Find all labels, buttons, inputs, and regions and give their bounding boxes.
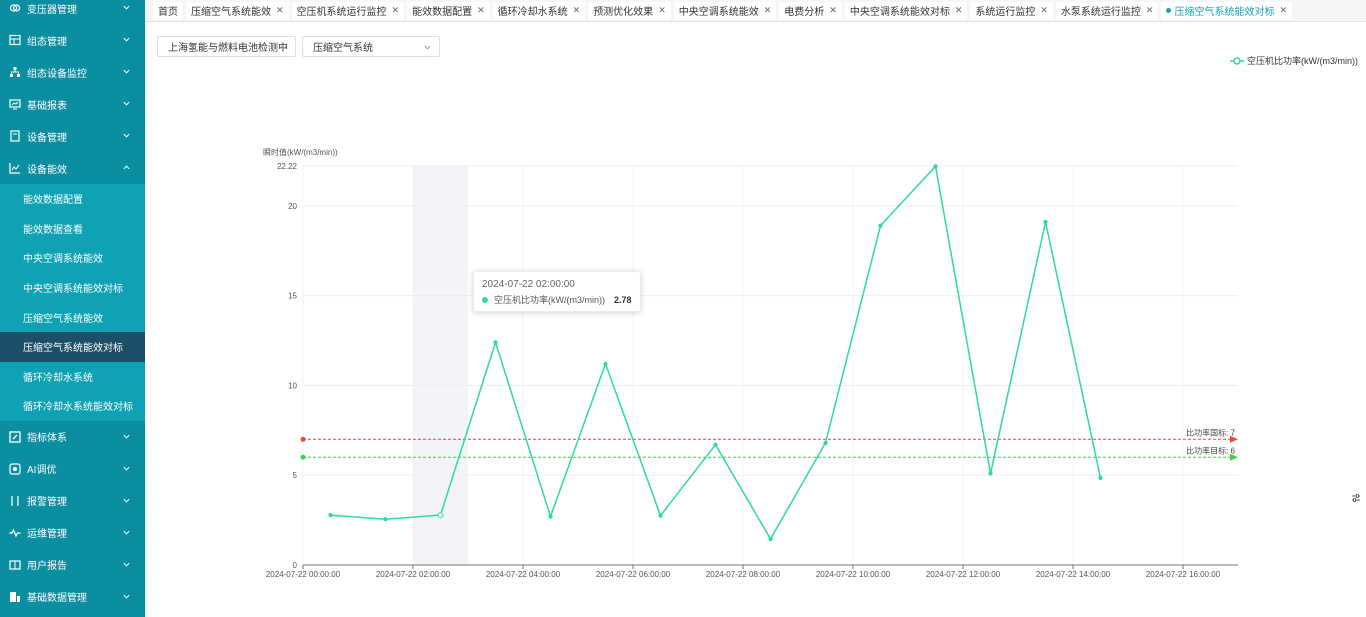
y-tick-label: 0 xyxy=(293,561,298,570)
x-tick-label: 2024-07-22 04:00:00 xyxy=(486,570,561,579)
x-tick-label: 2024-07-22 06:00:00 xyxy=(596,570,671,579)
x-tick-label: 2024-07-22 14:00:00 xyxy=(1036,570,1111,579)
reference-line-start-marker xyxy=(300,436,306,442)
y-tick-label: 10 xyxy=(288,381,297,390)
data-point xyxy=(658,513,663,518)
data-point xyxy=(328,512,333,518)
reference-line-start-marker xyxy=(300,454,306,460)
reference-line-label: 比功率国标: 7 xyxy=(1186,427,1235,437)
data-point xyxy=(383,517,388,522)
hover-band xyxy=(413,166,468,565)
data-point xyxy=(933,164,938,169)
tooltip-series-name: 空压机比功率(kW/(m3/min)) xyxy=(494,295,605,305)
data-point xyxy=(713,442,718,447)
x-tick-label: 2024-07-22 00:00:00 xyxy=(266,570,341,579)
data-point xyxy=(1098,475,1103,481)
x-tick-label: 2024-07-22 08:00:00 xyxy=(706,570,781,579)
data-point xyxy=(437,512,444,519)
data-point xyxy=(548,514,553,519)
sliders-icon[interactable] xyxy=(1351,492,1361,502)
x-tick-label: 2024-07-22 10:00:00 xyxy=(816,570,891,579)
data-point xyxy=(603,361,608,366)
y-axis-label: 瞬时值(kW/(m3/min)) xyxy=(263,147,338,157)
tooltip-marker xyxy=(482,296,488,303)
y-tick-label: 5 xyxy=(293,471,298,480)
data-point xyxy=(823,440,828,445)
y-tick-label: 20 xyxy=(288,202,297,211)
x-tick-label: 2024-07-22 12:00:00 xyxy=(926,570,1001,579)
data-point xyxy=(878,223,883,228)
x-tick-label: 2024-07-22 02:00:00 xyxy=(376,570,451,579)
tooltip-value: 2.78 xyxy=(614,294,632,305)
data-point xyxy=(1043,219,1048,225)
y-tick-label: 15 xyxy=(288,292,297,301)
data-point xyxy=(493,340,498,345)
y-tick-label: 22.22 xyxy=(277,162,298,171)
chart-tooltip: 2024-07-22 02:00:00 空压机比功率(kW/(m3/min)) … xyxy=(473,271,641,312)
line-chart: 0 5 10 15 20 22.22 瞬时值(kW/(m3/min)) 2024-07-22 … xyxy=(263,147,1238,579)
tooltip-time: 2024-07-22 02:00:00 xyxy=(482,279,575,290)
data-point xyxy=(768,536,773,542)
reference-line-label: 比功率目标: 6 xyxy=(1186,445,1235,455)
x-tick-label: 2024-07-22 16:00:00 xyxy=(1146,570,1221,579)
data-point xyxy=(988,471,993,476)
